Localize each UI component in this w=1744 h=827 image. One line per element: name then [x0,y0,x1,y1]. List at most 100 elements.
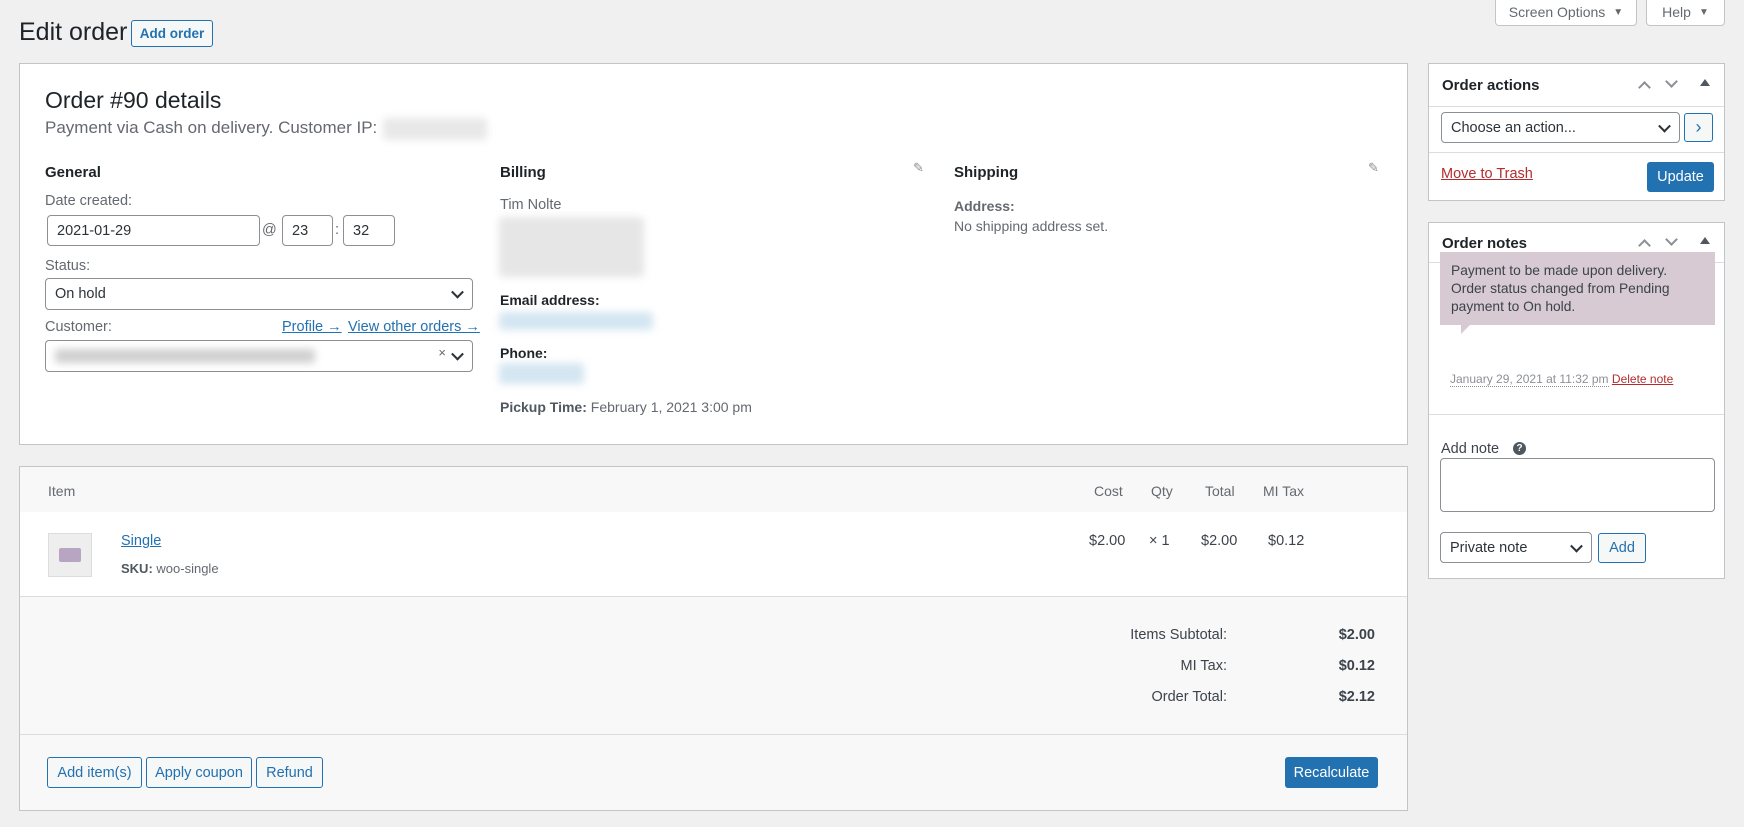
apply-coupon-button[interactable]: Apply coupon [146,757,252,788]
edit-billing-pencil-icon[interactable]: ✎ [913,160,924,176]
billing-address-redacted [499,217,644,277]
header-cost: Cost [1094,483,1123,499]
minute-input[interactable]: 32 [343,215,395,246]
billing-name: Tim Nolte [500,197,562,213]
header-tax: MI Tax [1263,483,1304,499]
tax-label: MI Tax: [1180,658,1227,674]
header-qty: Qty [1151,483,1173,499]
status-label: Status: [45,258,91,274]
order-action-select[interactable]: Choose an action... [1441,112,1680,143]
billing-heading: Billing [500,164,546,181]
help-icon[interactable]: ? [1513,442,1526,455]
sku-label: SKU: [121,561,153,576]
view-other-orders-link[interactable]: View other orders → [348,319,480,335]
move-down-icon[interactable] [1665,75,1678,88]
note-date: January 29, 2021 at 11:32 pm [1450,372,1609,387]
move-up-icon[interactable] [1638,239,1651,252]
tax-value: $0.12 [1338,658,1375,674]
chevron-down-icon [451,285,464,299]
address-value: No shipping address set. [954,218,1109,234]
order-actions-title: Order actions [1442,77,1540,94]
note-bubble: Payment to be made upon delivery. Order … [1440,252,1715,334]
product-link[interactable]: Single [121,533,161,549]
collapse-toggle-icon[interactable] [1700,237,1710,244]
subtotal-value: $2.00 [1338,627,1375,643]
customer-redacted [55,349,315,363]
chevron-down-icon [1570,539,1583,553]
note-meta: January 29, 2021 at 11:32 pm Delete note [1450,372,1673,387]
order-actions-box: Order actions Choose an action... › Move… [1428,63,1725,201]
pickup-time: Pickup Time: February 1, 2021 3:00 pm [500,399,752,415]
email-label: Email address: [500,292,600,308]
phone-redacted [499,363,584,384]
sku-value: woo-single [156,561,219,576]
date-created-label: Date created: [45,193,133,209]
edit-shipping-pencil-icon[interactable]: ✎ [1368,160,1379,176]
chevron-down-icon [451,347,464,361]
pickup-value: February 1, 2021 3:00 pm [590,399,752,415]
clear-icon[interactable]: × [438,345,446,360]
order-title: Order #90 details [45,87,222,113]
customer-ip-redacted [383,118,488,140]
add-note-button[interactable]: Add [1598,533,1646,563]
note-type-select[interactable]: Private note [1440,532,1592,563]
address-label: Address: [954,198,1015,214]
product-sku: SKU: woo-single [121,561,219,576]
payment-line: Payment via Cash on delivery. Customer I… [45,118,488,140]
screen-options-label: Screen Options [1508,4,1606,20]
refund-button[interactable]: Refund [256,757,323,788]
product-thumbnail [48,533,92,577]
add-note-label: Add note [1441,441,1500,457]
add-note-textarea[interactable] [1440,458,1715,512]
customer-label: Customer: [45,319,112,335]
item-tax: $0.12 [1268,533,1305,549]
status-select[interactable]: On hold [45,278,473,310]
item-cost: $2.00 [1089,533,1126,549]
add-order-button[interactable]: Add order [131,20,213,47]
email-redacted [499,312,653,330]
table-row: Single SKU: woo-single $2.00 × 1 $2.00 $… [20,512,1407,597]
collapse-toggle-icon[interactable] [1700,79,1710,86]
order-items-panel: Item Cost Qty Total MI Tax Single SKU: w… [19,466,1408,811]
hour-input[interactable]: 23 [282,215,333,246]
header-item: Item [48,483,76,499]
note-text: Payment to be made upon delivery. Order … [1451,263,1670,314]
pickup-label: Pickup Time: [500,399,587,415]
recalculate-button[interactable]: Recalculate [1285,757,1378,788]
order-details-panel: Order #90 details Payment via Cash on de… [19,63,1408,445]
customer-select[interactable]: × [45,340,473,372]
delete-note-link[interactable]: Delete note [1612,372,1673,386]
payment-text: Payment via Cash on delivery. Customer I… [45,118,378,137]
phone-label: Phone: [500,345,548,361]
add-items-button[interactable]: Add item(s) [47,757,142,788]
order-notes-title: Order notes [1442,235,1528,252]
general-heading: General [45,164,101,181]
move-up-icon[interactable] [1638,81,1651,94]
update-button[interactable]: Update [1647,162,1714,192]
help-label: Help [1662,4,1691,20]
order-total-value: $2.12 [1338,689,1375,705]
help-button[interactable]: Help ▼ [1646,0,1725,26]
date-input[interactable]: 2021-01-29 [47,215,260,246]
caret-down-icon: ▼ [1698,6,1709,18]
page-title: Edit order [19,18,128,46]
header-total: Total [1205,483,1235,499]
divider [1429,414,1724,415]
shipping-heading: Shipping [954,164,1019,181]
order-action-value: Choose an action... [1451,119,1576,136]
item-qty: × 1 [1149,533,1170,549]
totals-section: Items Subtotal: $2.00 MI Tax: $0.12 Orde… [20,598,1407,735]
apply-action-button[interactable]: › [1684,113,1713,142]
colon: : [335,222,340,238]
move-to-trash-link[interactable]: Move to Trash [1441,166,1533,182]
profile-link[interactable]: Profile → [282,319,342,335]
divider [1429,152,1724,153]
order-actions-header: Order actions [1429,64,1724,107]
item-total: $2.00 [1201,533,1238,549]
order-notes-box: Order notes Payment to be made upon deli… [1428,222,1725,579]
move-down-icon[interactable] [1665,233,1678,246]
status-value: On hold [55,286,106,302]
at-sign: @ [262,222,277,238]
screen-options-button[interactable]: Screen Options ▼ [1495,0,1637,26]
caret-down-icon: ▼ [1613,6,1624,18]
